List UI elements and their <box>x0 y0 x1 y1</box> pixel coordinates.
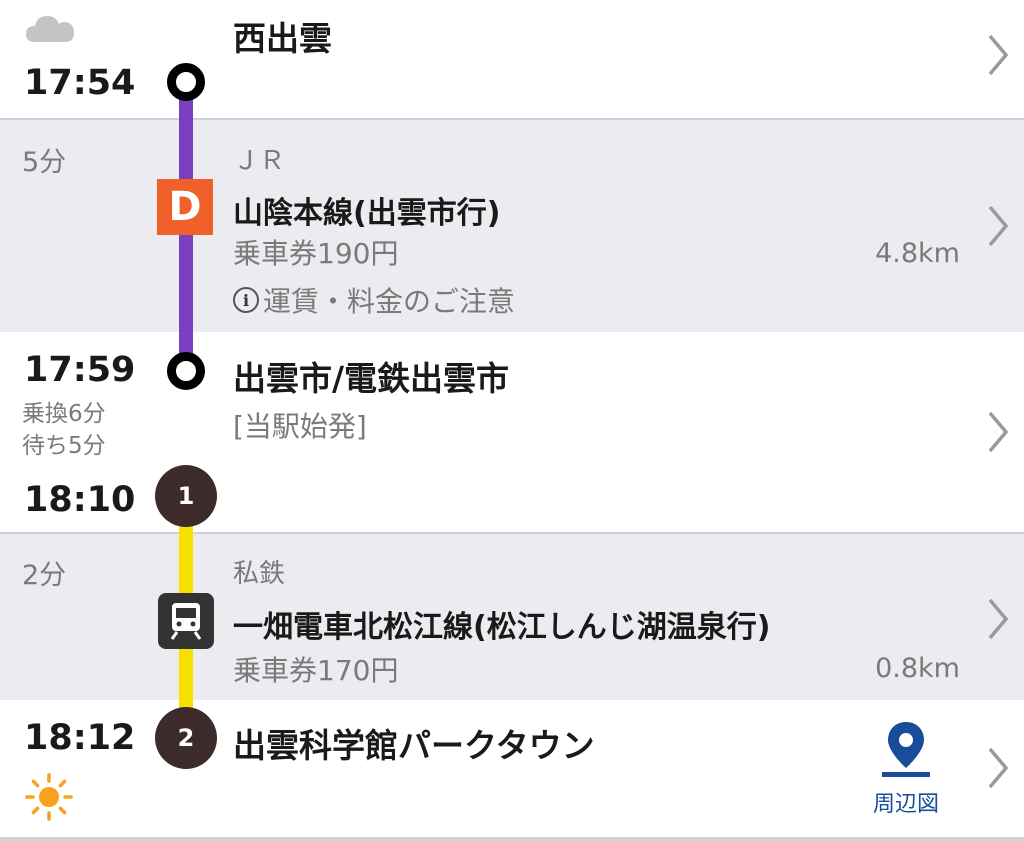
map-pin-icon <box>882 722 930 777</box>
origin-node <box>167 63 205 101</box>
chevron-right-icon[interactable] <box>986 33 1010 77</box>
leg1-duration: 5分 <box>22 147 67 178</box>
train-icon <box>158 593 214 649</box>
transfer-depart-time: 18:10 <box>24 480 136 520</box>
leg1-distance: 4.8km <box>875 238 960 269</box>
transfer-note: [当駅始発] <box>233 410 367 443</box>
chevron-right-icon[interactable] <box>986 597 1010 641</box>
nearby-map-label: 周辺図 <box>872 792 939 817</box>
leg1-company: ＪＲ <box>233 146 286 176</box>
cloud-icon <box>26 16 74 42</box>
transfer-row[interactable] <box>0 332 1024 532</box>
chevron-right-icon[interactable] <box>986 746 1010 790</box>
info-icon: i <box>233 287 259 313</box>
line-badge-d: D <box>157 179 213 235</box>
destination-number-node: 2 <box>155 707 217 769</box>
transfer-wait: 待ち5分 <box>22 433 106 459</box>
destination-time: 18:12 <box>24 718 136 758</box>
sun-icon <box>25 773 73 821</box>
nearby-map-button[interactable]: 周辺図 <box>860 718 952 828</box>
transfer-number-node: 1 <box>155 465 217 527</box>
origin-time: 17:54 <box>24 63 136 103</box>
leg2-line-name: 一畑電車北松江線(松江しんじ湖温泉行) <box>233 610 771 645</box>
destination-station: 出雲科学館パークタウン <box>233 726 595 765</box>
chevron-right-icon[interactable] <box>986 410 1010 454</box>
leg2-distance: 0.8km <box>875 653 960 684</box>
leg2-fare: 乗車券170円 <box>233 654 399 687</box>
leg1-line-name: 山陰本線(出雲市行) <box>233 196 501 231</box>
transfer-node <box>167 352 205 390</box>
fare-notice-link[interactable]: i 運賃・料金のご注意 <box>233 280 515 320</box>
chevron-right-icon[interactable] <box>986 204 1010 248</box>
transfer-walk: 乗換6分 <box>22 401 106 427</box>
leg2-duration: 2分 <box>22 560 67 591</box>
transfer-arrive-time: 17:59 <box>24 350 136 390</box>
divider <box>0 837 1024 841</box>
origin-station: 西出雲 <box>233 19 332 58</box>
fare-notice-label: 運賃・料金のご注意 <box>263 285 516 318</box>
origin-row[interactable] <box>0 0 1024 118</box>
leg2-company: 私鉄 <box>233 559 286 589</box>
transfer-station: 出雲市/電鉄出雲市 <box>233 359 510 398</box>
leg1-fare: 乗車券190円 <box>233 237 399 270</box>
